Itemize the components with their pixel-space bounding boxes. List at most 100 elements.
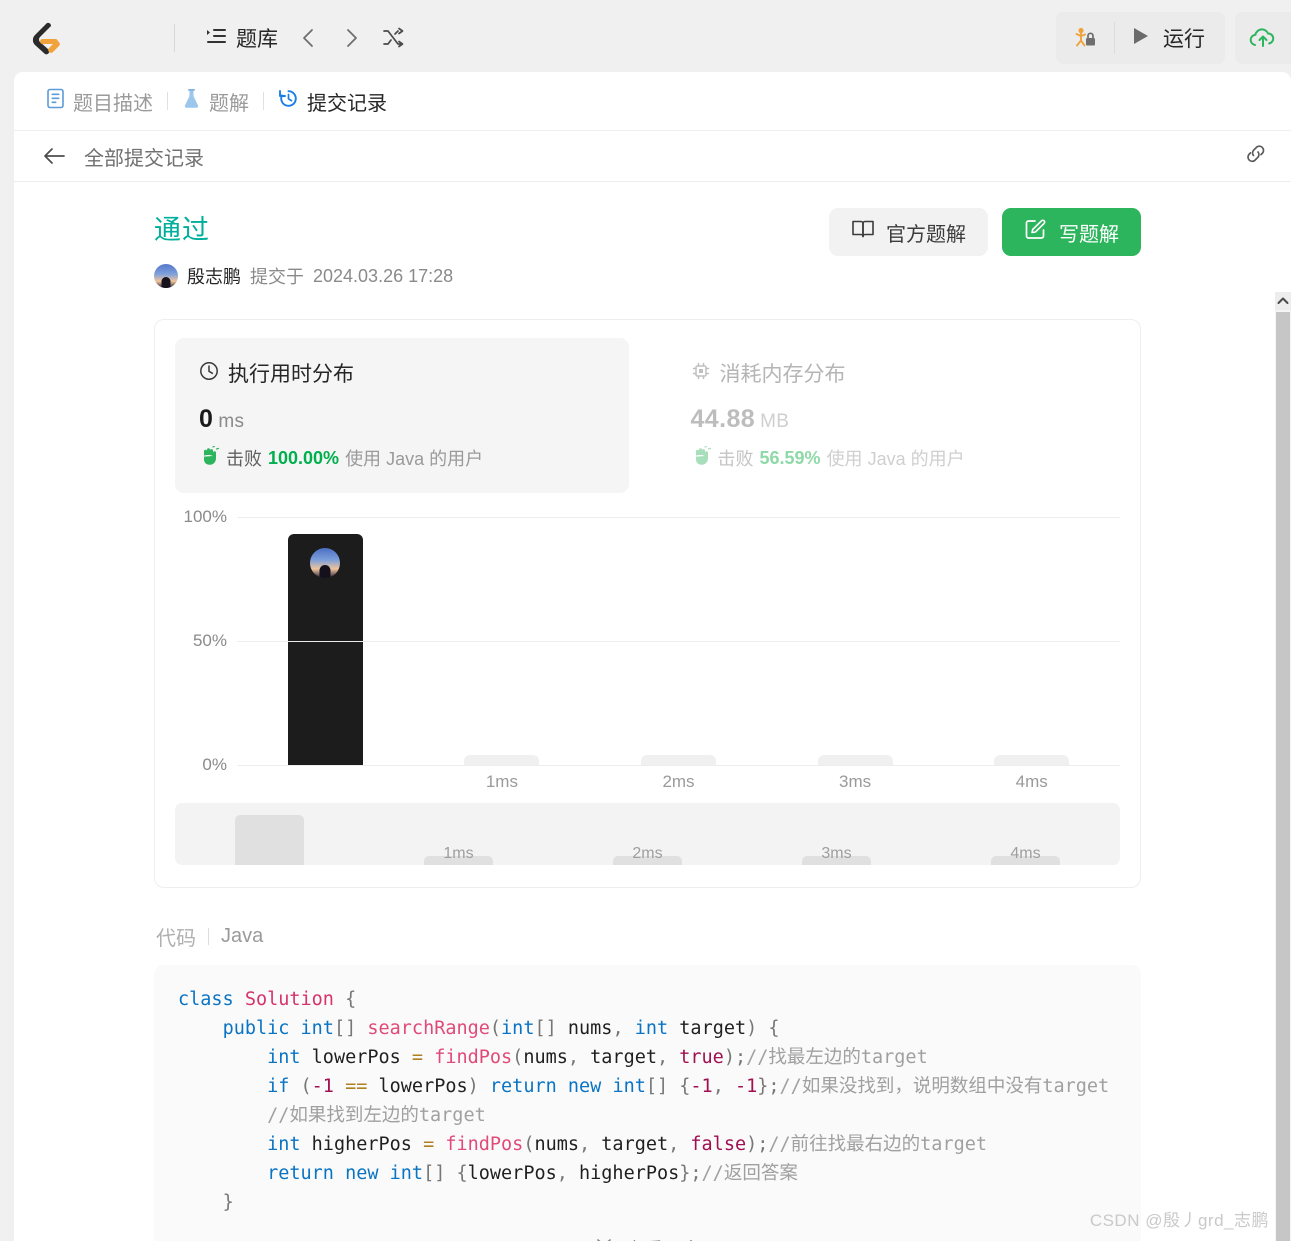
chart-minimap[interactable]: 1ms 2ms 3ms 4ms — [175, 803, 1120, 865]
leetcode-logo-icon[interactable] — [22, 16, 66, 60]
submitted-timestamp: 2024.03.26 17:28 — [313, 265, 454, 286]
chart-y-tick-label: 0% — [202, 755, 227, 774]
submitted-prefix: 提交于 — [250, 267, 304, 287]
prev-problem-button[interactable] — [290, 19, 328, 57]
chart-user-avatar-marker — [310, 548, 341, 579]
minimap-tick-label: 4ms — [1010, 845, 1041, 862]
tab-submissions-label: 提交记录 — [307, 92, 387, 115]
minimap-tick-label: 1ms — [443, 845, 474, 862]
chart-x-tick-label: 1ms — [485, 772, 518, 791]
memory-stat-box[interactable]: 消耗内存分布 44.88 MB 击败 56.59% 使用 Java 的用户 — [667, 338, 1121, 493]
minimap-bar — [235, 814, 304, 865]
solution-actions: 官方题解 写题解 — [829, 208, 1141, 256]
topbar-divider — [174, 24, 175, 52]
chart-bar[interactable] — [817, 755, 893, 765]
scrollbar-thumb[interactable] — [1276, 312, 1290, 1241]
chart-bar[interactable] — [640, 755, 717, 765]
code-header: 代码 Java — [154, 922, 1141, 951]
scroll-up-arrow[interactable] — [1275, 292, 1291, 310]
submission-content: 通过 殷志鹏 提交于 2024.03.26 17:28 官方题解 写题解 执行用… — [14, 182, 1291, 1241]
chart-x-tick-label: 2ms — [662, 772, 695, 791]
run-button[interactable]: 运行 — [1115, 12, 1225, 64]
runtime-value-unit: ms — [218, 411, 245, 432]
chevron-double-down-icon — [594, 1236, 614, 1241]
chart-gridline — [237, 517, 1120, 518]
problemset-nav-label: 题库 — [236, 28, 278, 51]
write-solution-button[interactable]: 写题解 — [1002, 208, 1141, 256]
debug-lock-icon[interactable] — [1056, 12, 1114, 64]
write-solution-label: 写题解 — [1059, 223, 1119, 246]
runtime-beat-suffix: 使用 Java 的用户 — [345, 449, 484, 469]
submitter-info: 殷志鹏 提交于 2024.03.26 17:28 — [154, 263, 453, 289]
top-bar: 题库 运行 — [0, 0, 1291, 76]
memory-value-unit: MB — [760, 411, 790, 432]
minimap-tick-label: 3ms — [821, 845, 852, 862]
tab-bar: 题目描述 题解 提交记录 — [14, 72, 1291, 130]
runtime-beat-row: 击败 100.00% 使用 Java 的用户 — [199, 444, 605, 471]
memory-chip-icon — [691, 361, 711, 386]
play-icon — [1129, 25, 1151, 52]
shuffle-icon[interactable] — [374, 19, 412, 57]
tab-solutions-label: 题解 — [209, 92, 249, 115]
next-problem-button[interactable] — [332, 19, 370, 57]
memory-stat-title: 消耗内存分布 — [719, 363, 846, 386]
chart-bar[interactable] — [464, 755, 540, 765]
list-icon — [205, 25, 227, 52]
code-header-separator — [208, 928, 209, 945]
official-solution-label: 官方题解 — [886, 223, 966, 246]
chart-x-tick-label: 4ms — [1015, 772, 1048, 791]
topbar-actions: 运行 — [1056, 12, 1291, 64]
status-badge: 通过 — [154, 215, 210, 245]
nav-group: 题库 — [197, 17, 412, 59]
link-icon[interactable] — [1243, 142, 1269, 171]
view-more-button[interactable]: 查看更多 — [154, 1217, 1141, 1241]
chart-y-tick-label: 50% — [192, 631, 227, 650]
runtime-distribution-chart: 100% 50% 0% 1ms 2ms 3ms 4ms — [175, 507, 1120, 791]
status-left: 通过 殷志鹏 提交于 2024.03.26 17:28 — [154, 208, 453, 289]
wave-hand-icon — [199, 444, 220, 471]
chart-bar[interactable] — [994, 755, 1070, 765]
memory-beat-percent: 56.59% — [759, 447, 821, 468]
arrow-left-icon[interactable] — [42, 146, 66, 166]
subheader-title: 全部提交记录 — [84, 147, 204, 170]
tab-description-label: 题目描述 — [73, 92, 153, 115]
memory-value-number: 44.88 — [690, 405, 756, 433]
submitter-name[interactable]: 殷志鹏 — [187, 263, 241, 289]
stats-row: 执行用时分布 0 ms 击败 100.00% 使用 Java 的用户 消耗内存分… — [175, 338, 1120, 493]
runtime-stat-box[interactable]: 执行用时分布 0 ms 击败 100.00% 使用 Java 的用户 — [175, 338, 629, 493]
minimap-tick-label: 2ms — [632, 845, 663, 862]
run-button-label: 运行 — [1163, 28, 1205, 51]
tab-description[interactable]: 题目描述 — [36, 87, 163, 116]
stats-card: 执行用时分布 0 ms 击败 100.00% 使用 Java 的用户 消耗内存分… — [154, 319, 1141, 888]
tab-separator — [167, 92, 168, 110]
submission-detail: 通过 殷志鹏 提交于 2024.03.26 17:28 官方题解 写题解 执行用… — [14, 182, 1291, 1241]
main-panel: 题目描述 题解 提交记录 全部提交记录 通过 殷志鹏 提交于 2024.03.2… — [14, 72, 1291, 1241]
pencil-square-icon — [1024, 218, 1048, 247]
tab-submissions[interactable]: 提交记录 — [268, 87, 397, 116]
code-language-label[interactable]: Java — [221, 925, 263, 948]
status-row: 通过 殷志鹏 提交于 2024.03.26 17:28 官方题解 写题解 — [154, 208, 1141, 289]
tab-solutions[interactable]: 题解 — [172, 87, 259, 116]
view-more-label: 查看更多 — [625, 1235, 701, 1241]
chart-y-axis: 100% 50% 0% — [175, 507, 233, 774]
runtime-stat-title: 执行用时分布 — [228, 363, 354, 386]
memory-beat-row: 击败 56.59% 使用 Java 的用户 — [691, 444, 1097, 471]
runtime-value-number: 0 — [199, 405, 214, 433]
code-content[interactable]: class Solution { public int[] searchRang… — [154, 985, 1141, 1217]
chart-bar-highlighted[interactable] — [287, 534, 363, 765]
chart-gridline — [237, 765, 1120, 766]
official-solution-button[interactable]: 官方题解 — [829, 208, 988, 256]
cloud-upload-icon[interactable] — [1235, 12, 1291, 64]
content-scrollbar[interactable] — [1275, 292, 1291, 1241]
chart-x-axis: 1ms 2ms 3ms 4ms — [237, 772, 1120, 796]
avatar[interactable] — [154, 264, 178, 288]
problemset-nav-item[interactable]: 题库 — [197, 17, 286, 59]
code-block: class Solution { public int[] searchRang… — [154, 965, 1141, 1241]
memory-beat-prefix: 击败 — [717, 449, 754, 469]
runtime-beat-prefix: 击败 — [226, 449, 262, 469]
wave-hand-icon — [691, 444, 712, 471]
chart-x-tick-label: 3ms — [839, 772, 872, 791]
tab-separator — [263, 92, 264, 110]
history-icon — [278, 88, 299, 114]
flask-icon — [182, 88, 201, 114]
